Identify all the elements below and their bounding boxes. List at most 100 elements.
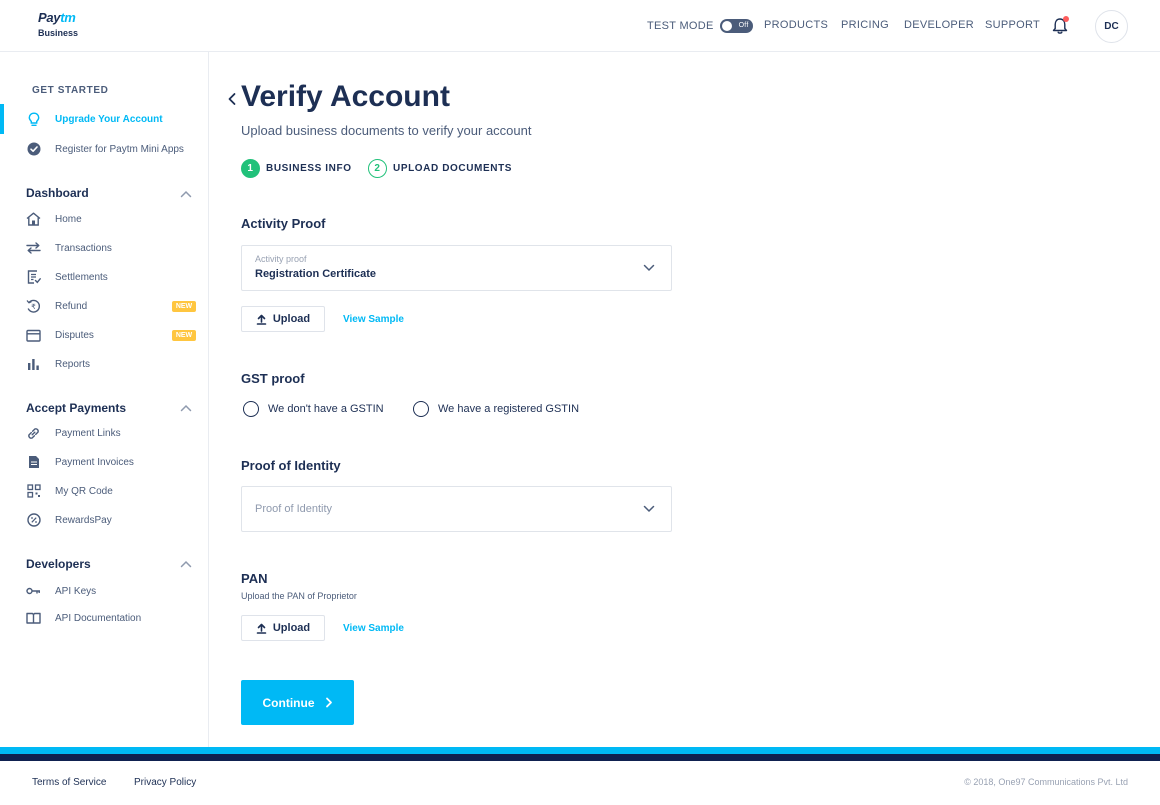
new-badge-refund: NEW xyxy=(172,301,196,312)
sidebar-item-register-mini-apps[interactable]: Register for Paytm Mini Apps xyxy=(26,140,184,158)
sidebar-item-reports[interactable]: Reports xyxy=(26,355,90,373)
sidebar-item-label: Register for Paytm Mini Apps xyxy=(55,143,184,155)
radio-label: We don't have a GSTIN xyxy=(268,403,384,415)
check-circle-icon xyxy=(26,142,41,157)
get-started-heading: GET STARTED xyxy=(32,85,109,96)
sidebar-item-label: Transactions xyxy=(55,242,112,254)
activity-proof-select[interactable]: Activity proof Registration Certificate xyxy=(241,245,672,291)
refund-icon: ₹ xyxy=(26,299,41,314)
radio-circle[interactable] xyxy=(413,401,429,417)
sidebar-item-label: My QR Code xyxy=(55,485,113,497)
bulb-icon xyxy=(26,111,41,127)
step-label: BUSINESS INFO xyxy=(266,162,352,174)
upload-label: Upload xyxy=(272,313,311,325)
bar-chart-icon xyxy=(26,357,41,372)
sidebar-item-home[interactable]: Home xyxy=(26,210,82,228)
sidebar-item-label: Settlements xyxy=(55,271,108,283)
sidebar-item-rewardspay[interactable]: RewardsPay xyxy=(26,511,112,529)
step-business-info[interactable]: 1 BUSINESS INFO xyxy=(241,158,352,178)
step-upload-documents[interactable]: 2 UPLOAD DOCUMENTS xyxy=(368,158,512,178)
sidebar-item-upgrade-account[interactable]: Upgrade Your Account xyxy=(26,110,163,128)
back-chevron-icon[interactable] xyxy=(227,92,237,106)
chevron-down-icon xyxy=(643,505,655,513)
chevron-down-icon xyxy=(643,264,655,272)
toggle-knob xyxy=(721,21,732,31)
sidebar-item-label: Disputes xyxy=(55,329,94,341)
footer-copyright: © 2018, One97 Communications Pvt. Ltd xyxy=(964,777,1128,787)
footer-privacy-link[interactable]: Privacy Policy xyxy=(134,777,196,788)
activity-proof-title: Activity Proof xyxy=(241,216,326,231)
sidebar-item-disputes[interactable]: Disputes xyxy=(26,326,94,344)
footer-terms-link[interactable]: Terms of Service xyxy=(32,777,106,788)
notification-dot xyxy=(1063,16,1069,22)
chevron-right-icon xyxy=(325,697,332,708)
percent-icon xyxy=(26,513,41,528)
pan-subtitle: Upload the PAN of Proprietor xyxy=(241,591,357,601)
sidebar-item-payment-links[interactable]: Payment Links xyxy=(26,424,121,442)
proof-of-identity-select[interactable]: Proof of Identity xyxy=(241,486,672,532)
key-icon xyxy=(26,584,41,599)
sidebar-item-label: API Documentation xyxy=(55,612,142,624)
select-placeholder: Proof of Identity xyxy=(255,503,333,515)
page-title: Verify Account xyxy=(241,80,450,113)
gst-radio-registered-gstin[interactable]: We have a registered GSTIN xyxy=(413,400,579,418)
chevron-up-icon[interactable] xyxy=(180,190,192,198)
section-developers-heading[interactable]: Developers xyxy=(26,557,91,571)
sidebar-item-settlements[interactable]: Settlements xyxy=(26,268,108,286)
nav-developer[interactable]: DEVELOPER xyxy=(904,19,974,31)
footer-band-dark xyxy=(0,754,1160,761)
sidebar-item-refund[interactable]: ₹ Refund xyxy=(26,297,87,315)
sidebar-item-payment-invoices[interactable]: Payment Invoices xyxy=(26,453,134,471)
footer-band-light xyxy=(0,747,1160,754)
activity-view-sample-link[interactable]: View Sample xyxy=(343,314,404,325)
qr-code-icon xyxy=(26,484,41,499)
logo-brand: Paytm xyxy=(38,10,76,25)
continue-label: Continue xyxy=(262,695,315,710)
step-number: 1 xyxy=(241,158,260,178)
upload-icon xyxy=(256,314,267,325)
test-mode-label: TEST MODE xyxy=(647,20,714,32)
avatar[interactable]: DC xyxy=(1095,10,1128,43)
book-icon xyxy=(26,611,41,626)
gst-proof-title: GST proof xyxy=(241,371,305,386)
sidebar-item-api-keys[interactable]: API Keys xyxy=(26,582,96,600)
radio-label: We have a registered GSTIN xyxy=(438,403,580,415)
select-value: Registration Certificate xyxy=(255,268,377,280)
page-subtitle: Upload business documents to verify your… xyxy=(241,123,532,138)
paytm-business-logo[interactable]: Paytm Business xyxy=(38,11,78,41)
chevron-up-icon[interactable] xyxy=(180,404,192,412)
gst-radio-no-gstin[interactable]: We don't have a GSTIN xyxy=(243,400,384,418)
svg-text:₹: ₹ xyxy=(31,303,36,311)
nav-support[interactable]: SUPPORT xyxy=(985,19,1040,31)
transfer-arrows-icon xyxy=(26,241,41,256)
sidebar-item-transactions[interactable]: Transactions xyxy=(26,239,112,257)
top-header: Paytm Business TEST MODE Off PRODUCTS PR… xyxy=(0,0,1160,52)
toggle-state: Off xyxy=(738,22,749,29)
chevron-up-icon[interactable] xyxy=(180,560,192,568)
radio-circle[interactable] xyxy=(243,401,259,417)
section-accept-payments-heading[interactable]: Accept Payments xyxy=(26,401,126,415)
disputes-icon xyxy=(26,328,41,343)
sidebar: GET STARTED Upgrade Your Account Registe… xyxy=(0,52,209,747)
continue-button[interactable]: Continue xyxy=(241,680,354,725)
upload-icon xyxy=(256,623,267,634)
nav-products[interactable]: PRODUCTS xyxy=(764,19,828,31)
new-badge-disputes: NEW xyxy=(172,330,196,341)
sidebar-item-label: Payment Links xyxy=(55,427,121,439)
test-mode-toggle[interactable]: Off xyxy=(719,19,753,33)
activity-upload-button[interactable]: Upload xyxy=(241,306,325,332)
active-indicator xyxy=(0,104,4,134)
section-dashboard-heading[interactable]: Dashboard xyxy=(26,186,89,200)
test-mode-toggle-group[interactable]: TEST MODE Off xyxy=(647,0,753,52)
select-floating-label: Activity proof xyxy=(255,254,307,264)
nav-pricing[interactable]: PRICING xyxy=(841,19,889,31)
step-number: 2 xyxy=(368,158,387,178)
sidebar-item-api-documentation[interactable]: API Documentation xyxy=(26,609,141,627)
sidebar-item-label: Payment Invoices xyxy=(55,456,134,468)
sidebar-item-label: Home xyxy=(55,213,82,225)
pan-upload-button[interactable]: Upload xyxy=(241,615,325,641)
sidebar-item-my-qr-code[interactable]: My QR Code xyxy=(26,482,113,500)
pan-view-sample-link[interactable]: View Sample xyxy=(343,623,404,634)
main-content: Verify Account Upload business documents… xyxy=(209,52,1160,747)
sidebar-item-label: Reports xyxy=(55,358,91,370)
